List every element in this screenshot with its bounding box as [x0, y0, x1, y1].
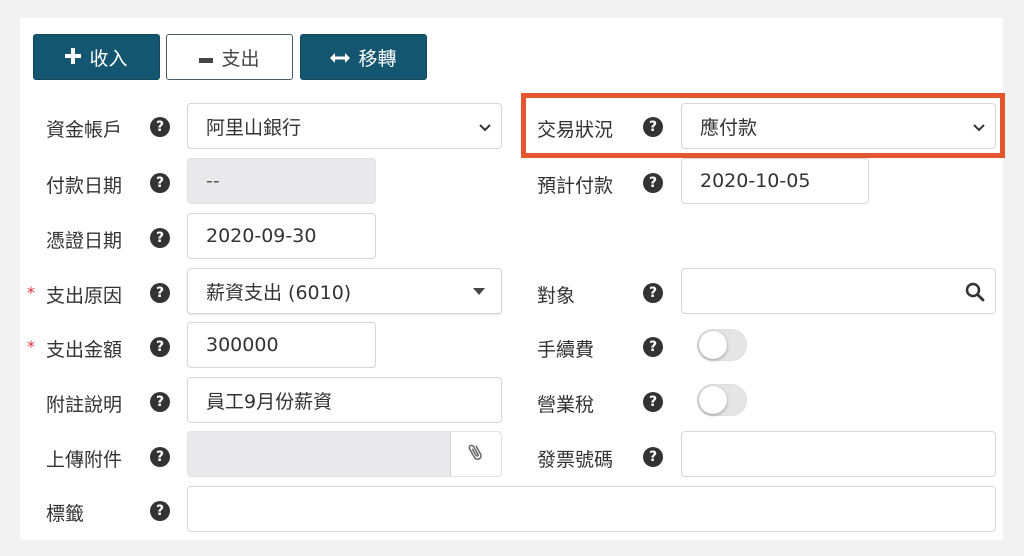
plus-icon [65, 47, 82, 67]
invoice-no-input[interactable] [681, 431, 996, 477]
toggle-knob [699, 386, 727, 414]
chevron-down-icon [479, 115, 491, 137]
fee-label: 手續費 [537, 339, 595, 361]
question-circle-icon[interactable]: ? [643, 447, 663, 467]
transfer-button-label: 移轉 [358, 47, 397, 70]
target-search-input[interactable] [681, 268, 996, 314]
business-tax-toggle[interactable] [697, 384, 747, 416]
income-button-label: 收入 [89, 47, 128, 70]
status-label: 交易狀況 [537, 119, 614, 141]
amount-value: 300000 [206, 334, 279, 356]
fee-toggle[interactable] [697, 329, 747, 361]
minus-icon [199, 47, 214, 67]
tags-input[interactable] [187, 486, 996, 532]
chevron-down-icon [973, 115, 985, 137]
expense-button-label: 支出 [221, 47, 260, 70]
status-select[interactable]: 應付款 [681, 103, 996, 149]
paperclip-icon [468, 442, 484, 467]
voucher-date-value: 2020-09-30 [206, 225, 317, 247]
voucher-date-label: 憑證日期 [46, 230, 123, 252]
pay-date-value: -- [206, 170, 220, 192]
question-circle-icon[interactable]: ? [643, 337, 663, 357]
amount-input[interactable]: 300000 [187, 322, 376, 368]
note-label: 附註說明 [46, 394, 123, 416]
required-mark: * [27, 283, 35, 302]
pay-date-field: -- [187, 158, 376, 204]
account-label: 資金帳戶 [46, 119, 123, 141]
attachment-field [187, 431, 502, 477]
account-select[interactable]: 阿里山銀行 [187, 103, 502, 149]
note-input[interactable]: 員工9月份薪資 [187, 377, 502, 423]
question-circle-icon[interactable]: ? [150, 392, 170, 412]
question-circle-icon[interactable]: ? [643, 117, 663, 137]
left-right-arrow-icon [330, 47, 351, 67]
target-label: 對象 [537, 285, 576, 307]
pay-date-label: 付款日期 [46, 175, 123, 197]
question-circle-icon[interactable]: ? [150, 117, 170, 137]
question-circle-icon[interactable]: ? [150, 337, 170, 357]
question-circle-icon[interactable]: ? [643, 392, 663, 412]
invoice-no-label: 發票號碼 [537, 449, 614, 471]
question-circle-icon[interactable]: ? [643, 283, 663, 303]
status-value: 應付款 [700, 116, 758, 139]
question-circle-icon[interactable]: ? [150, 228, 170, 248]
question-circle-icon[interactable]: ? [150, 447, 170, 467]
reason-select[interactable]: 薪資支出 (6010) [187, 268, 502, 314]
reason-value: 薪資支出 (6010) [206, 281, 352, 304]
attach-button[interactable] [450, 432, 501, 476]
question-circle-icon[interactable]: ? [150, 173, 170, 193]
question-circle-icon[interactable]: ? [150, 501, 170, 521]
amount-label: 支出金額 [46, 339, 123, 361]
transfer-button[interactable]: 移轉 [300, 34, 427, 80]
toggle-knob [699, 331, 727, 359]
expected-pay-date-value: 2020-10-05 [700, 170, 811, 192]
required-mark: * [27, 337, 35, 356]
expected-pay-date-label: 預計付款 [537, 175, 614, 197]
note-value: 員工9月份薪資 [206, 390, 333, 413]
caret-down-icon [473, 288, 485, 295]
expense-button[interactable]: 支出 [166, 34, 293, 80]
account-value: 阿里山銀行 [206, 116, 302, 139]
search-icon[interactable] [965, 282, 985, 307]
expected-pay-date-input[interactable]: 2020-10-05 [681, 158, 869, 204]
question-circle-icon[interactable]: ? [643, 173, 663, 193]
question-circle-icon[interactable]: ? [150, 283, 170, 303]
reason-label: 支出原因 [46, 285, 123, 307]
attachment-label: 上傳附件 [46, 449, 123, 471]
income-button[interactable]: 收入 [33, 34, 160, 80]
voucher-date-input[interactable]: 2020-09-30 [187, 213, 376, 259]
tags-label: 標籤 [46, 503, 85, 525]
business-tax-label: 營業稅 [537, 394, 595, 416]
